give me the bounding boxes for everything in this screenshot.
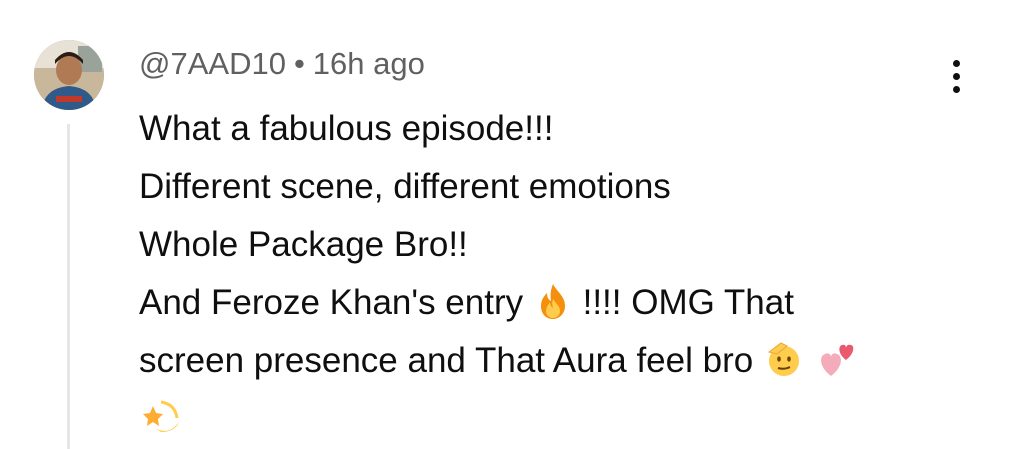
comment-line: Different scene, different emotions (139, 167, 671, 206)
more-options-button[interactable] (940, 56, 974, 96)
more-vertical-icon-dot (953, 86, 960, 93)
comment-text: What a fabulous episode!!! Different sce… (139, 100, 959, 448)
author-handle[interactable]: @7AAD10 (139, 46, 286, 81)
comment-meta: @7AAD10 • 16h ago (139, 46, 425, 82)
more-vertical-icon (953, 60, 960, 67)
comment: @7AAD10 • 16h ago What a fabulous episode!… (0, 0, 1024, 449)
comment-line: Whole Package Bro!! (139, 225, 468, 264)
comment-line-text: !!!! OMG That (582, 283, 794, 322)
timestamp[interactable]: 16h ago (313, 46, 425, 81)
comment-line-text: And Feroze Khan's entry (139, 283, 524, 322)
comment-line: screen presence and That Aura feel bro (139, 332, 959, 390)
more-vertical-icon-dot (953, 73, 960, 80)
comment-line (139, 390, 959, 448)
fire-icon (535, 282, 571, 320)
user-avatar[interactable] (34, 40, 104, 110)
dizzy-star-icon (139, 396, 183, 436)
comment-line-text: screen presence and That Aura feel bro (139, 341, 754, 380)
two-hearts-icon (817, 340, 857, 378)
comment-line: And Feroze Khan's entry !!!! OMG That (139, 274, 959, 332)
thread-line (67, 124, 70, 449)
saluting-face-icon (765, 340, 803, 378)
comment-line: What a fabulous episode!!! (139, 109, 554, 148)
meta-separator: • (293, 46, 305, 81)
avatar-image (34, 40, 104, 110)
